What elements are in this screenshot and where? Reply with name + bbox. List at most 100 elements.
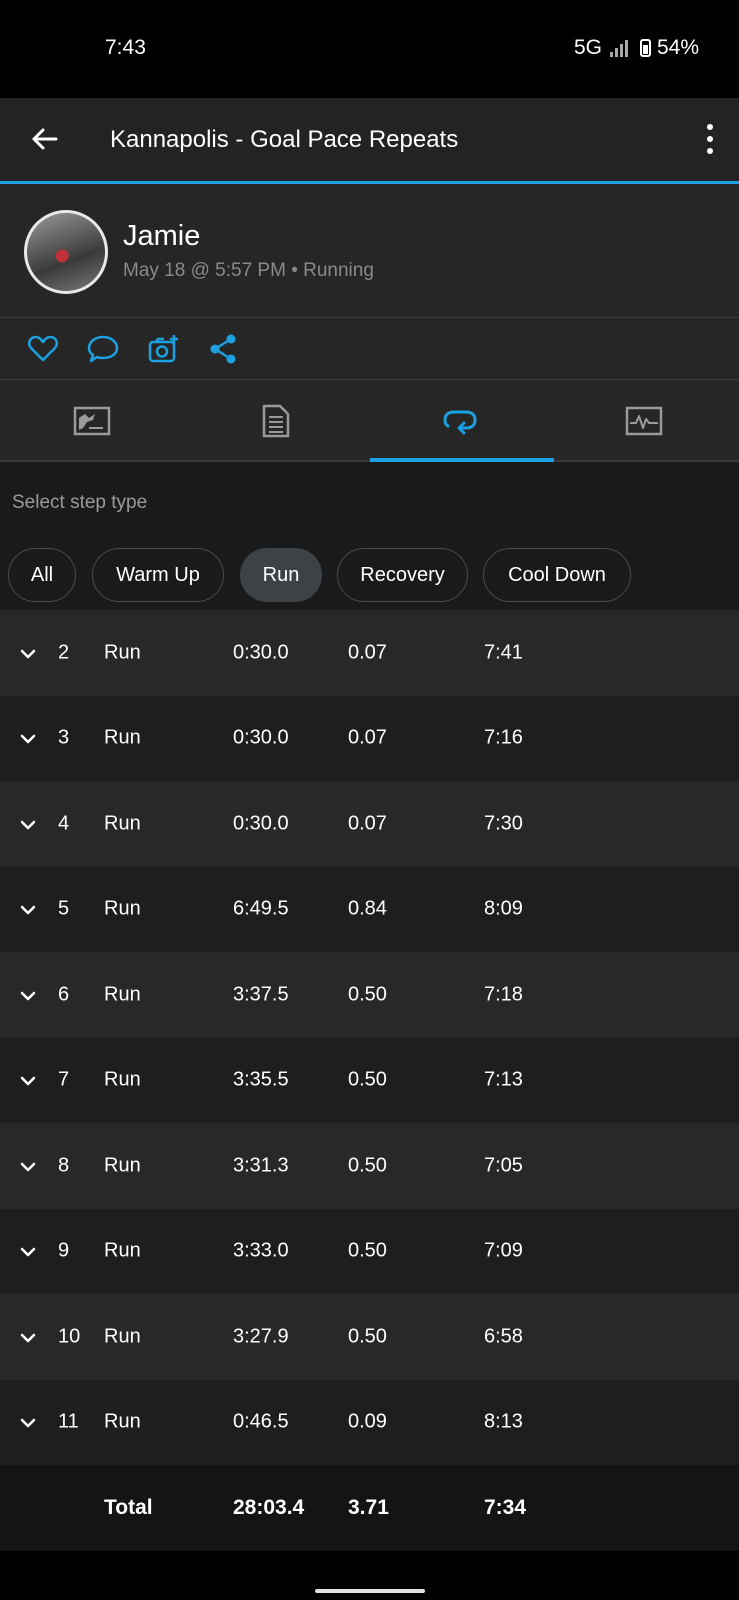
step-distance: 0.07: [348, 641, 387, 664]
laps-repeat-icon: [443, 410, 477, 435]
chip-run[interactable]: Run: [240, 548, 322, 602]
chevron-down-icon[interactable]: [20, 1329, 36, 1345]
step-number: 11: [58, 1410, 79, 1433]
chevron-down-icon[interactable]: [20, 730, 36, 746]
heart-icon: [27, 335, 59, 362]
back-arrow-icon: [32, 128, 58, 150]
filter-label: Select step type: [12, 492, 148, 513]
chevron-down-icon[interactable]: [20, 1243, 36, 1259]
total-time: 28:03.4: [233, 1496, 305, 1519]
chevron-down-icon[interactable]: [20, 987, 36, 1003]
step-distance: 0.09: [348, 1410, 387, 1433]
steps-list: 2 Run 0:30.0 0.07 7:41 3 Run 0:30.0 0.07 7:16 4 Run…: [0, 610, 739, 1465]
overview-icon: [73, 406, 111, 436]
step-time: 0:30.0: [233, 641, 289, 664]
avatar[interactable]: [24, 210, 108, 294]
heartrate-chart-icon: [625, 406, 663, 436]
comment-bubble-icon: [87, 335, 119, 363]
chip-cool-down[interactable]: Cool Down: [483, 548, 631, 602]
step-pace: 7:09: [484, 1239, 523, 1262]
step-pace: 7:05: [484, 1154, 523, 1177]
step-type: Run: [104, 641, 141, 664]
step-distance: 0.50: [348, 1325, 387, 1348]
table-row[interactable]: 11 Run 0:46.5 0.09 8:13: [0, 1379, 739, 1465]
chevron-down-icon[interactable]: [20, 816, 36, 832]
battery-level: 54%: [656, 36, 699, 59]
step-time: 3:27.9: [233, 1325, 289, 1348]
details-document-icon: [262, 404, 290, 438]
step-pace: 7:30: [484, 812, 523, 835]
step-type: Run: [104, 897, 141, 920]
activity-tabs: [0, 380, 739, 462]
tab-laps[interactable]: [368, 380, 552, 462]
step-type: Run: [104, 1410, 141, 1433]
signal-icon: [609, 39, 628, 57]
step-number: 5: [58, 897, 70, 920]
table-row[interactable]: 10 Run 3:27.9 0.50 6:58: [0, 1294, 739, 1380]
action-bar: [0, 318, 739, 380]
total-row: Total 28:03.4 3.71 7:34: [0, 1465, 739, 1551]
step-type: Run: [104, 983, 141, 1006]
step-pace: 7:16: [484, 726, 523, 749]
table-row[interactable]: 8 Run 3:31.3 0.50 7:05: [0, 1123, 739, 1209]
step-type: Run: [104, 1154, 141, 1177]
chip-recovery[interactable]: Recovery: [337, 548, 468, 602]
step-time: 6:49.5: [233, 897, 289, 920]
chip-warm-up[interactable]: Warm Up: [92, 548, 224, 602]
battery-icon: [639, 39, 651, 57]
like-button[interactable]: [26, 332, 60, 366]
table-row[interactable]: 5 Run 6:49.5 0.84 8:09: [0, 866, 739, 952]
step-pace: 6:58: [484, 1325, 523, 1348]
step-number: 2: [58, 641, 70, 664]
step-distance: 0.07: [348, 812, 387, 835]
step-time: 3:31.3: [233, 1154, 289, 1177]
step-type: Run: [104, 1325, 141, 1348]
step-type: Run: [104, 812, 141, 835]
comment-button[interactable]: [86, 332, 120, 366]
table-row[interactable]: 4 Run 0:30.0 0.07 7:30: [0, 781, 739, 867]
step-time: 3:33.0: [233, 1239, 289, 1262]
step-pace: 7:18: [484, 983, 523, 1006]
table-row[interactable]: 7 Run 3:35.5 0.50 7:13: [0, 1037, 739, 1123]
more-options-button[interactable]: [705, 124, 715, 154]
step-distance: 0.84: [348, 897, 387, 920]
chevron-down-icon[interactable]: [20, 645, 36, 661]
tab-charts[interactable]: [552, 380, 736, 462]
step-time: 0:46.5: [233, 1410, 289, 1433]
chip-all[interactable]: All: [8, 548, 76, 602]
step-number: 4: [58, 812, 70, 835]
more-dot-icon: [707, 136, 713, 142]
total-label: Total: [104, 1496, 153, 1519]
step-type-filter: Select step type All Warm Up Run Recover…: [0, 462, 739, 610]
table-row[interactable]: 2 Run 0:30.0 0.07 7:41: [0, 610, 739, 696]
step-type: Run: [104, 1239, 141, 1262]
network-type: 5G: [573, 36, 602, 59]
chevron-down-icon[interactable]: [20, 901, 36, 917]
share-icon: [210, 334, 236, 364]
step-time: 3:35.5: [233, 1068, 289, 1091]
status-indicators: 5G 54%: [574, 36, 699, 60]
tab-details[interactable]: [184, 380, 368, 462]
home-indicator[interactable]: [315, 1589, 425, 1593]
step-pace: 8:13: [484, 1410, 523, 1433]
status-bar: 7:43 5G 54%: [0, 0, 739, 98]
back-button[interactable]: [28, 122, 62, 156]
activity-profile: Jamie May 18 @ 5:57 PM • Running: [0, 184, 739, 318]
share-button[interactable]: [207, 332, 241, 366]
tab-overview[interactable]: [0, 380, 184, 462]
chevron-down-icon[interactable]: [20, 1414, 36, 1430]
add-photo-button[interactable]: [147, 332, 181, 366]
step-number: 8: [58, 1154, 70, 1177]
table-row[interactable]: 9 Run 3:33.0 0.50 7:09: [0, 1208, 739, 1294]
activity-meta: May 18 @ 5:57 PM • Running: [123, 260, 374, 281]
chevron-down-icon[interactable]: [20, 1072, 36, 1088]
step-distance: 0.07: [348, 726, 387, 749]
step-type: Run: [104, 726, 141, 749]
step-time: 3:37.5: [233, 983, 289, 1006]
chevron-down-icon[interactable]: [20, 1158, 36, 1174]
table-row[interactable]: 6 Run 3:37.5 0.50 7:18: [0, 952, 739, 1038]
system-nav-bar: [0, 1551, 739, 1600]
table-row[interactable]: 3 Run 0:30.0 0.07 7:16: [0, 695, 739, 781]
step-number: 7: [58, 1068, 70, 1091]
step-distance: 0.50: [348, 1154, 387, 1177]
